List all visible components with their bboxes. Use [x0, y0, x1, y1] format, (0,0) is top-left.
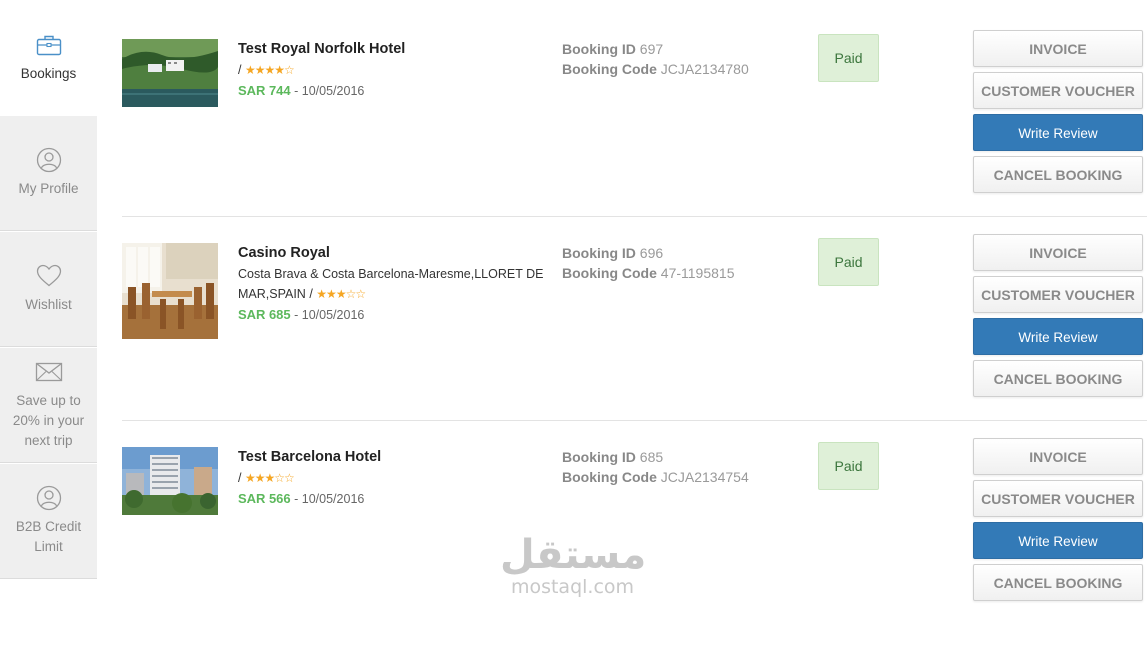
- sidebar-item-label: Bookings: [20, 65, 77, 81]
- user-icon: [36, 485, 62, 511]
- sidebar-item-my-profile[interactable]: My Profile: [0, 116, 97, 231]
- price: 685: [268, 307, 291, 322]
- star-rating: ★★★★☆: [244, 63, 295, 77]
- booking-meta: Booking ID 696 Booking Code 47-1195815: [562, 243, 734, 283]
- sidebar-item-wishlist[interactable]: Wishlist: [0, 232, 97, 347]
- action-buttons: INVOICE CUSTOMER VOUCHER Write Review CA…: [973, 438, 1147, 606]
- booking-row: Casino Royal Costa Brava & Costa Barcelo…: [122, 234, 1147, 447]
- watermark: مستقل mostaql.com: [500, 532, 647, 599]
- hotel-photo[interactable]: [122, 243, 218, 339]
- booking-id: 696: [639, 245, 664, 261]
- booking-date: 10/05/2016: [301, 308, 365, 322]
- booking-code: JCJA2134754: [660, 469, 749, 485]
- sidebar: Bookings My Profile Wishlist Save up to …: [0, 0, 97, 616]
- booking-row: Test Royal Norfolk Hotel / ★★★★☆ SAR 744…: [122, 30, 1147, 243]
- row-divider: [122, 216, 1147, 217]
- hotel-photo[interactable]: [122, 39, 218, 107]
- price-line: SAR 685 - 10/05/2016: [238, 307, 558, 322]
- separator: /: [238, 471, 242, 485]
- booking-id-label: Booking ID: [562, 41, 636, 57]
- watermark-arabic: مستقل: [500, 532, 647, 578]
- separator: -: [294, 308, 299, 322]
- price-line: SAR 744 - 10/05/2016: [238, 83, 558, 98]
- user-icon: [36, 147, 62, 173]
- sidebar-item-bookings[interactable]: Bookings: [0, 0, 97, 115]
- cancel-booking-button[interactable]: CANCEL BOOKING: [973, 156, 1143, 193]
- booking-meta: Booking ID 697 Booking Code JCJA2134780: [562, 39, 749, 79]
- cancel-booking-button[interactable]: CANCEL BOOKING: [973, 564, 1143, 601]
- separator: -: [294, 84, 299, 98]
- status-badge: Paid: [818, 34, 879, 82]
- currency: SAR: [238, 83, 266, 98]
- action-buttons: INVOICE CUSTOMER VOUCHER Write Review CA…: [973, 30, 1147, 198]
- hotel-info: Test Royal Norfolk Hotel / ★★★★☆ SAR 744…: [238, 39, 558, 98]
- sidebar-item-label: Save up to 20% in your next trip: [12, 393, 85, 448]
- currency: SAR: [238, 307, 266, 322]
- briefcase-icon: [36, 32, 62, 58]
- booking-code-label: Booking Code: [562, 61, 657, 77]
- watermark-url: mostaql.com: [510, 576, 635, 598]
- location-text: Costa Brava & Costa Barcelona-Maresme,LL…: [238, 267, 544, 301]
- customer-voucher-button[interactable]: CUSTOMER VOUCHER: [973, 480, 1143, 517]
- price-line: SAR 566 - 10/05/2016: [238, 491, 558, 506]
- hotel-name[interactable]: Test Barcelona Hotel: [238, 448, 558, 466]
- invoice-button[interactable]: INVOICE: [973, 234, 1143, 271]
- invoice-button[interactable]: INVOICE: [973, 30, 1143, 67]
- booking-code: JCJA2134780: [660, 61, 749, 77]
- star-rating: ★★★☆☆: [316, 287, 366, 301]
- row-divider: [122, 420, 1147, 421]
- separator: -: [294, 492, 299, 506]
- heart-icon: [36, 263, 62, 289]
- sidebar-item-label: My Profile: [18, 181, 79, 196]
- hotel-name[interactable]: Test Royal Norfolk Hotel: [238, 40, 558, 58]
- hotel-photo[interactable]: [122, 447, 218, 515]
- write-review-button[interactable]: Write Review: [973, 522, 1143, 559]
- status-badge: Paid: [818, 238, 879, 286]
- customer-voucher-button[interactable]: CUSTOMER VOUCHER: [973, 72, 1143, 109]
- separator: /: [309, 287, 313, 301]
- sidebar-item-save-offer[interactable]: Save up to 20% in your next trip: [0, 348, 97, 463]
- booking-date: 10/05/2016: [301, 84, 365, 98]
- customer-voucher-button[interactable]: CUSTOMER VOUCHER: [973, 276, 1143, 313]
- booking-code: 47-1195815: [660, 265, 735, 281]
- booking-id-label: Booking ID: [562, 245, 636, 261]
- hotel-info: Casino Royal Costa Brava & Costa Barcelo…: [238, 243, 558, 322]
- booking-code-label: Booking Code: [562, 469, 657, 485]
- booking-id-label: Booking ID: [562, 449, 636, 465]
- booking-code-label: Booking Code: [562, 265, 657, 281]
- hotel-location: / ★★★☆☆: [238, 468, 558, 488]
- booking-meta: Booking ID 685 Booking Code JCJA2134754: [562, 447, 749, 487]
- price: 744: [268, 83, 291, 98]
- booking-id: 697: [639, 41, 664, 57]
- write-review-button[interactable]: Write Review: [973, 114, 1143, 151]
- status-badge: Paid: [818, 442, 879, 490]
- cancel-booking-button[interactable]: CANCEL BOOKING: [973, 360, 1143, 397]
- write-review-button[interactable]: Write Review: [973, 318, 1143, 355]
- hotel-location: Costa Brava & Costa Barcelona-Maresme,LL…: [238, 264, 558, 304]
- invoice-button[interactable]: INVOICE: [973, 438, 1143, 475]
- star-rating: ★★★☆☆: [244, 471, 295, 485]
- booking-id: 685: [639, 449, 664, 465]
- envelope-icon: [35, 359, 63, 385]
- sidebar-item-label: Wishlist: [25, 297, 72, 312]
- sidebar-item-b2b-credit[interactable]: B2B Credit Limit: [0, 464, 97, 579]
- price: 566: [268, 491, 291, 506]
- hotel-info: Test Barcelona Hotel / ★★★☆☆ SAR 566 - 1…: [238, 447, 558, 506]
- hotel-name[interactable]: Casino Royal: [238, 244, 558, 262]
- separator: /: [238, 63, 242, 77]
- booking-date: 10/05/2016: [301, 492, 365, 506]
- hotel-location: / ★★★★☆: [238, 60, 558, 80]
- sidebar-item-label: B2B Credit Limit: [15, 519, 82, 554]
- currency: SAR: [238, 491, 266, 506]
- action-buttons: INVOICE CUSTOMER VOUCHER Write Review CA…: [973, 234, 1147, 402]
